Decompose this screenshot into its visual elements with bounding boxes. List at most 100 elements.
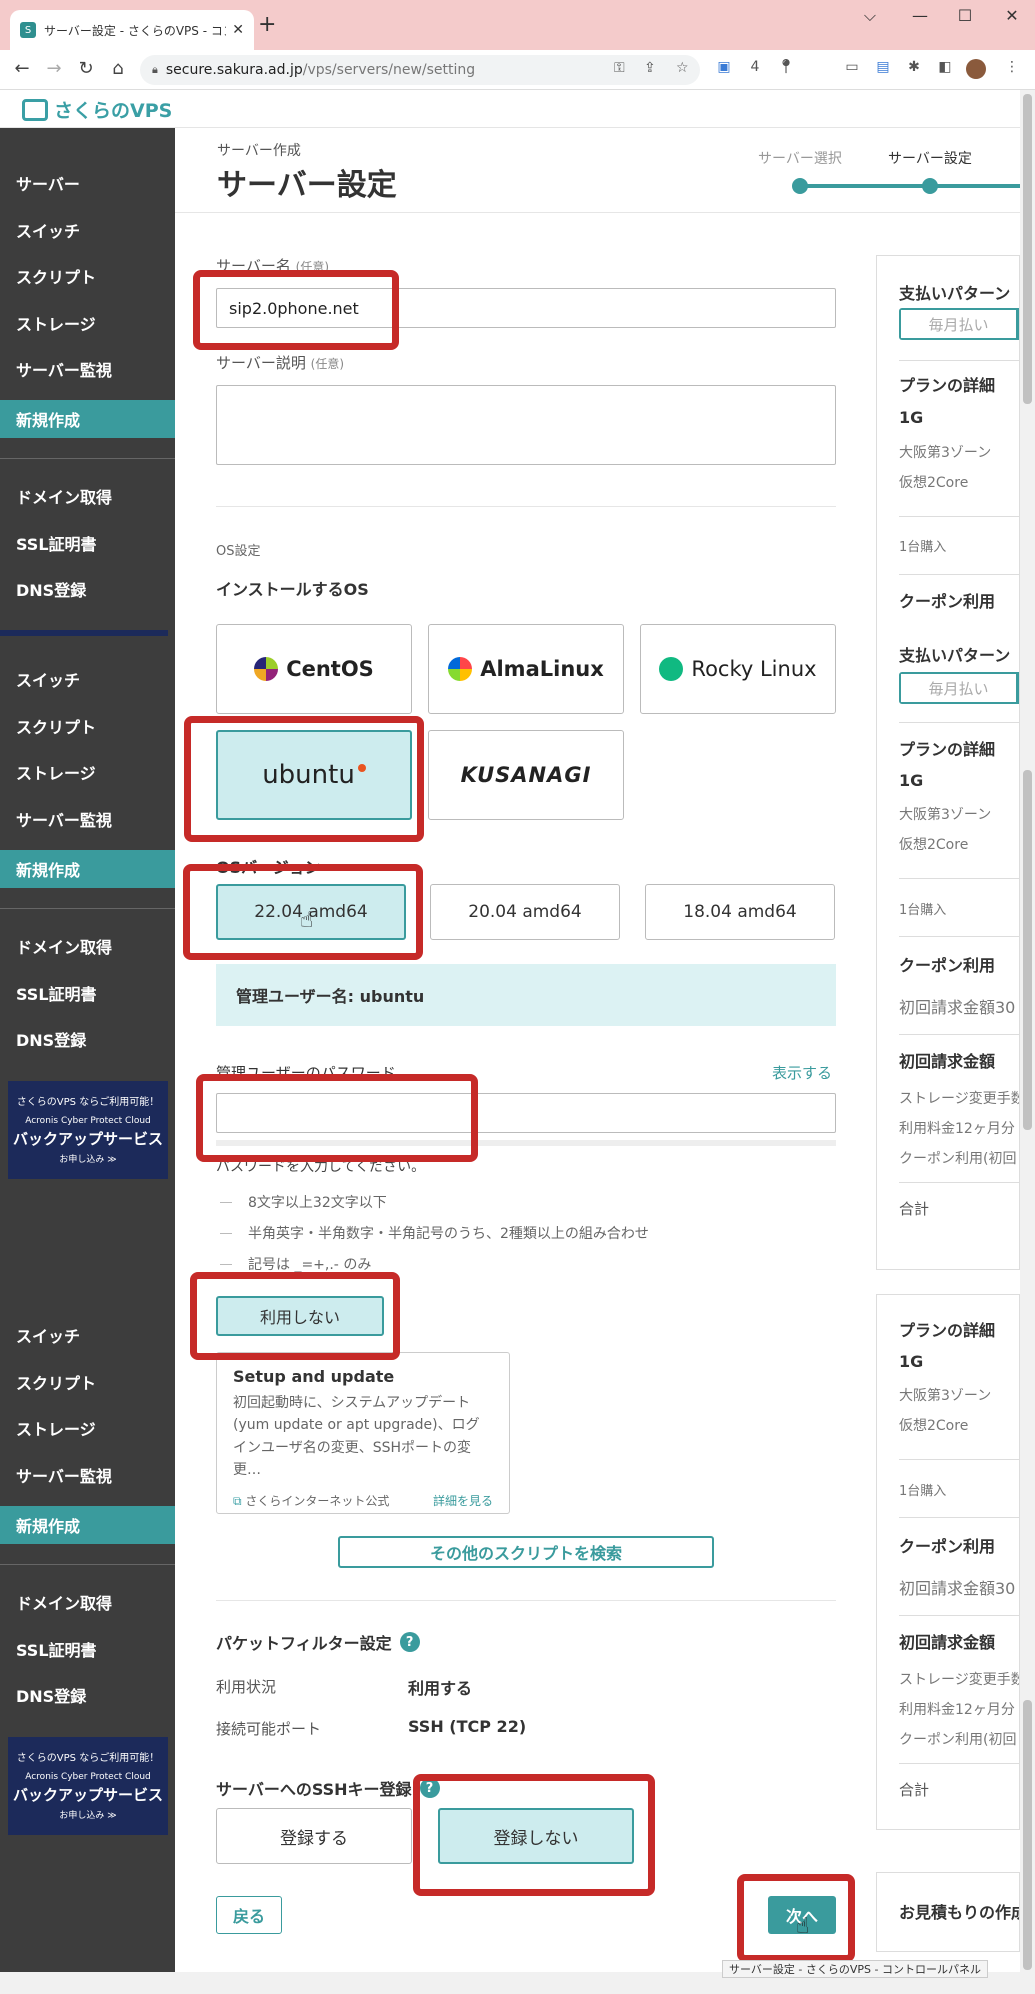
ssh-no-register-button[interactable]: 登録しない [438, 1808, 634, 1864]
sidebar-item-monitoring[interactable]: サーバー監視 [0, 800, 175, 838]
password-input[interactable] [216, 1093, 836, 1133]
server-name-input[interactable]: sip2.0phone.net [216, 288, 836, 328]
almalinux-icon [448, 657, 473, 681]
os-option-ubuntu[interactable]: ubuntu [216, 730, 412, 820]
plan-qty: 1台購入 [899, 540, 947, 555]
sidebar-item-ssl[interactable]: SSL証明書 [0, 974, 175, 1012]
initial-bill-label: 初回請求金額 [899, 1052, 996, 1071]
sidebar-item-new[interactable]: 新規作成 [0, 1506, 175, 1544]
sidebar-item-dns[interactable]: DNS登録 [0, 1020, 175, 1058]
browser-tab[interactable]: S サーバー設定 - さくらのVPS - コントロ... ✕ [10, 10, 254, 50]
payment-toggle[interactable]: 毎月払い [899, 308, 1019, 340]
backup-banner[interactable]: さくらのVPS ならご利用可能！ Acronis Cyber Protect C… [8, 1737, 168, 1835]
sidebar-item-server[interactable]: サーバー [0, 164, 175, 202]
script-title: Setup and update [233, 1367, 395, 1386]
back-arrow-icon[interactable]: ← [10, 58, 34, 79]
extension-chat-icon[interactable]: ▭ [842, 59, 862, 79]
extensions-puzzle-icon[interactable]: ✱ [904, 59, 924, 79]
monthly-option[interactable]: 毎月払い [901, 310, 1016, 338]
os-option-almalinux[interactable]: AlmaLinux [428, 624, 624, 714]
sidebar-item-dns[interactable]: DNS登録 [0, 1676, 175, 1714]
os-version-18-04[interactable]: 18.04 amd64 [645, 884, 835, 940]
extension-window-icon[interactable]: ▣ [714, 59, 734, 79]
scroll-thumb[interactable] [1023, 770, 1032, 1130]
sidebar-item-domain[interactable]: ドメイン取得 [0, 1583, 175, 1621]
optional-tag: (任意) [310, 357, 345, 371]
sidebar-item-storage[interactable]: ストレージ [0, 753, 175, 791]
help-icon[interactable]: ? [399, 1632, 420, 1652]
panel-divider [899, 722, 1019, 723]
ssh-register-button[interactable]: 登録する [216, 1808, 412, 1864]
menu-kebab-icon[interactable]: ⋮ [1002, 59, 1022, 79]
sidebar-item-monitoring[interactable]: サーバー監視 [0, 1456, 175, 1494]
site-logo[interactable]: さくらのVPS [22, 96, 172, 123]
payment-toggle[interactable]: 毎月払い [899, 672, 1019, 704]
new-tab-button[interactable]: + [258, 12, 276, 37]
panel-divider [899, 1615, 1019, 1616]
show-password-link[interactable]: 表示する [772, 1062, 832, 1083]
os-option-centos[interactable]: CentOS [216, 624, 412, 714]
extension-screen-icon[interactable]: ▤ [873, 59, 893, 79]
profile-avatar[interactable] [966, 59, 986, 79]
back-button[interactable]: 戻る [216, 1896, 282, 1934]
bookmark-star-icon[interactable]: ☆ [676, 60, 689, 76]
maximize-button[interactable]: ☐ [945, 6, 985, 25]
plan-core: 仮想2Core [899, 1418, 969, 1434]
sidebar-item-ssl[interactable]: SSL証明書 [0, 524, 175, 562]
sidebar-item-dns[interactable]: DNS登録 [0, 570, 175, 608]
panel-divider [899, 1517, 1019, 1518]
os-option-rocky[interactable]: Rocky Linux [640, 624, 836, 714]
sidebar-item-storage[interactable]: ストレージ [0, 1409, 175, 1447]
help-icon[interactable]: ? [419, 1778, 440, 1798]
os-version-20-04[interactable]: 20.04 amd64 [430, 884, 620, 940]
logo-text: さくらのVPS [54, 100, 173, 122]
search-scripts-button[interactable]: その他のスクリプトを検索 [338, 1536, 714, 1568]
sidebar-item-new[interactable]: 新規作成 [0, 850, 175, 888]
sidebar-item-ssl[interactable]: SSL証明書 [0, 1630, 175, 1668]
panel-divider [899, 360, 1019, 361]
sidebar-item-script[interactable]: スクリプト [0, 1363, 175, 1401]
sidebar-item-new[interactable]: 新規作成 [0, 400, 175, 438]
sidebar-item-script[interactable]: スクリプト [0, 257, 175, 295]
side-panel-icon[interactable]: ◧ [935, 59, 955, 79]
sidebar-item-switch[interactable]: スイッチ [0, 660, 175, 698]
script-detail-link[interactable]: 詳細を見る [433, 1492, 493, 1509]
sidebar-item-switch[interactable]: スイッチ [0, 211, 175, 249]
plan-zone: 大阪第3ゾーン [899, 445, 992, 461]
banner-line4: お申し込み ≫ [59, 1811, 117, 1821]
extension-4-icon[interactable]: 4 [745, 59, 765, 79]
scroll-thumb[interactable] [1023, 94, 1032, 404]
minimize-button[interactable]: — [900, 6, 940, 25]
bill-row: ストレージ変更手数 [899, 1091, 1020, 1107]
monthly-option[interactable]: 毎月払い [901, 674, 1016, 702]
plan-detail-label: プランの詳細 [899, 740, 996, 759]
sidebar-item-storage[interactable]: ストレージ [0, 304, 175, 342]
sidebar-item-domain[interactable]: ドメイン取得 [0, 477, 175, 515]
backup-banner[interactable]: さくらのVPS ならご利用可能！ Acronis Cyber Protect C… [8, 1081, 168, 1179]
tab-search-icon[interactable]: ⌵ [850, 6, 890, 26]
script-card-setup[interactable]: Setup and update 初回起動時に、システムアップデート(yum u… [216, 1352, 510, 1514]
server-desc-textarea[interactable] [216, 385, 836, 465]
estimate-button[interactable]: お見積もりの作成 [899, 1899, 1019, 1923]
share-icon[interactable]: ⇪ [644, 60, 656, 76]
script-not-use-button[interactable]: 利用しない [216, 1296, 384, 1336]
vertical-scrollbar[interactable] [1020, 90, 1035, 1972]
scroll-thumb[interactable] [1023, 1700, 1032, 1970]
close-window-button[interactable]: ✕ [992, 6, 1032, 25]
extension-pin-icon[interactable]: 📍︎ [776, 59, 796, 79]
sidebar-item-script[interactable]: スクリプト [0, 707, 175, 745]
reload-icon[interactable]: ↻ [74, 58, 98, 79]
sidebar-item-monitoring[interactable]: サーバー監視 [0, 350, 175, 388]
password-rule: 8文字以上32文字以下 [220, 1192, 387, 1212]
plan-core: 仮想2Core [899, 475, 969, 491]
rule-text: 記号は _=+,.- のみ [248, 1257, 372, 1273]
url-path: /vps/servers/new/setting [302, 62, 476, 78]
forward-arrow-icon[interactable]: → [42, 58, 66, 79]
section-divider [216, 506, 836, 507]
home-icon[interactable]: ⌂ [106, 58, 130, 79]
key-icon[interactable]: ⚿ [614, 60, 625, 76]
tab-close-icon[interactable]: ✕ [232, 22, 244, 38]
os-option-kusanagi[interactable]: KUSANAGI [428, 730, 624, 820]
sidebar-item-switch[interactable]: スイッチ [0, 1316, 175, 1354]
sidebar-item-domain[interactable]: ドメイン取得 [0, 927, 175, 965]
